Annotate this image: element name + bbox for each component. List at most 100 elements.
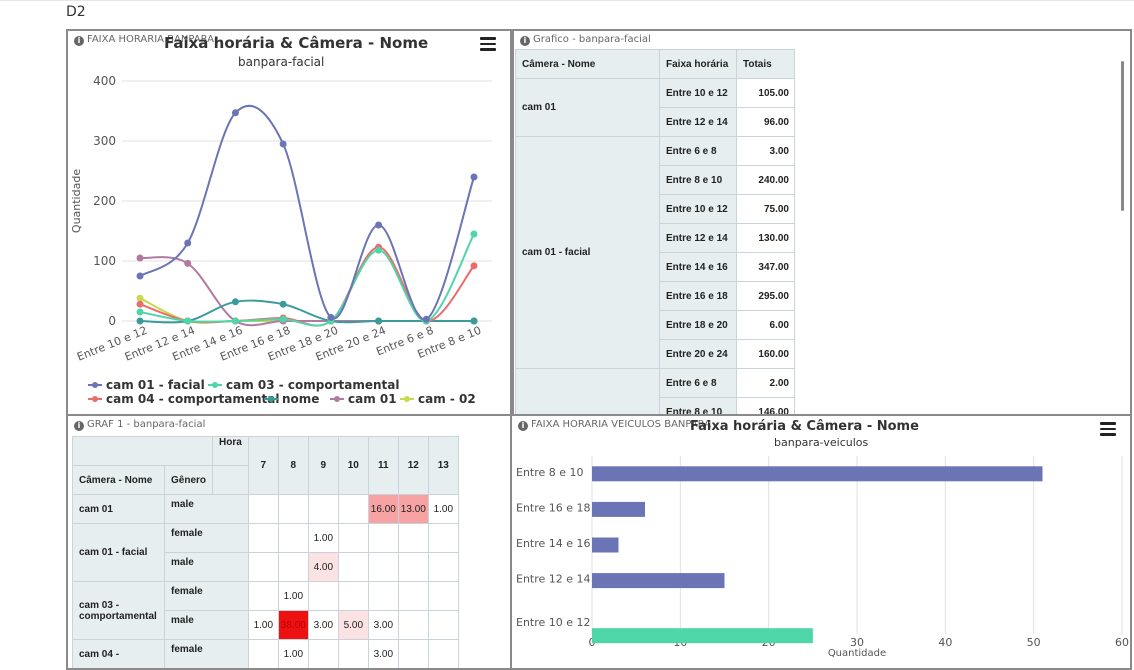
heat-cell [247,639,279,668]
y-tick-label: 400 [93,74,116,88]
table-row: cam 03 - comportamental female 1.00 [72,581,459,640]
blank-header [212,465,249,495]
column-header[interactable]: Faixa horária [659,49,737,79]
heat-cell: 13.00 [397,494,429,524]
table-row: cam 04 - female 1.00 3.00 [72,639,459,668]
data-point [279,315,287,323]
data-point [231,298,239,306]
hour-column-header[interactable]: 9 [307,436,339,495]
heat-cell [277,494,309,524]
line-chart-panel: i FAIXA HORARIA BANPARA Faixa horária & C… [66,29,512,416]
total-cell: 2.00 [736,368,795,398]
data-point [136,272,144,280]
hora-header: Hora [212,436,249,466]
pivot-table-panel: i Grafico - banpara-facial Câmera - Nome F… [512,29,1132,416]
total-cell: 3.00 [736,136,795,166]
heat-cell [247,494,279,524]
scrollbar[interactable] [1121,61,1124,211]
heat-cell: 3.00 [367,639,399,668]
row-group-header: cam 01 - facial [72,523,165,582]
row-header: male [164,494,249,524]
pivot-table: Câmera - Nome Faixa horária Totais cam 01 En… [515,49,795,414]
row-header: male [164,610,249,640]
pivot-table-wrapper: Câmera - Nome Faixa horária Totais cam 01 En… [515,49,795,414]
total-cell: 96.00 [736,107,795,137]
top-divider [0,0,1134,1]
data-point [470,230,478,238]
data-point [279,300,287,308]
hour-column-header[interactable]: 7 [247,436,279,495]
total-cell: 347.00 [736,252,795,282]
data-point [422,315,430,323]
heat-cell [307,639,339,668]
table-row: cam 01 male 16.00 13.00 1.00 [72,494,459,524]
row-header: female [164,523,249,553]
heat-cell [367,523,399,553]
table-row: cam 01 - facial female 1.00 [72,523,459,582]
heat-cell: 1.00 [277,639,309,668]
hour-column-header[interactable]: 11 [367,436,399,495]
column-header[interactable]: Câmera - Nome [515,49,660,79]
legend-item: nome [282,392,319,406]
column-header[interactable]: Gênero [163,465,214,495]
info-icon[interactable]: i [74,421,84,431]
row-group-header: cam 01 - facial [515,136,660,369]
data-point [136,254,144,262]
info-icon[interactable]: i [520,36,530,46]
hour-column-header[interactable]: 13 [427,436,459,495]
heat-cell [247,523,279,553]
y-axis-label: Quantidade [70,169,83,233]
heat-cell [247,552,279,582]
y-tick-label: Entre 16 e 18 [516,501,591,514]
row-header: Entre 8 e 10 [659,165,737,195]
hour-column-header[interactable]: 12 [397,436,429,495]
data-point [470,173,478,181]
bar [592,537,619,553]
heat-cell [307,581,339,611]
series-line [139,256,474,327]
x-axis-label: Quantidade [828,648,886,659]
heat-cell [277,552,309,582]
hour-column-header[interactable]: 8 [277,436,309,495]
corner-cell [71,436,214,466]
data-point [136,317,144,325]
heatmap-table-panel: i GRAF 1 - banpara-facial Hora 7 8 9 10 11 12 13… [66,414,512,670]
x-tick-label: 50 [1027,636,1041,649]
table-row: cam 01 - facial Entre 6 e 8 3.00 [515,136,795,369]
heat-cell: 38.00 [277,610,309,640]
data-point [231,317,239,325]
row-header: Entre 10 e 12 [659,194,737,224]
total-cell: 160.00 [736,339,795,369]
row-header: Entre 6 e 8 [659,136,737,166]
data-point [231,109,239,117]
series-line [139,104,475,321]
row-header: Entre 14 e 16 [659,252,737,282]
column-header[interactable]: Câmera - Nome [72,465,165,495]
heat-cell [427,610,459,640]
data-point [184,239,192,247]
total-cell: 6.00 [736,310,795,340]
table-row: cam 01 Entre 10 e 12 105.00 [515,78,795,137]
heat-cell [337,523,369,553]
legend-item: cam 03 - comportamental [226,378,400,392]
table-row: Entre 6 e 8 2.00 [515,368,795,414]
heat-cell [427,552,459,582]
heat-cell [277,523,309,553]
row-header: Entre 16 e 18 [659,281,737,311]
panel-header: i GRAF 1 - banpara-facial [74,419,205,431]
y-tick-label: 0 [108,314,116,328]
data-point [279,140,287,148]
panel-header: i Grafico - banpara-facial [520,34,651,46]
hour-column-header[interactable]: 10 [337,436,369,495]
heat-cell [397,610,429,640]
heat-cell: 3.00 [367,610,399,640]
bar [592,573,725,589]
total-cell: 295.00 [736,281,795,311]
heat-cell [337,639,369,668]
legend-marker [268,396,274,402]
column-header[interactable]: Totais [736,49,795,79]
heat-cell [337,581,369,611]
legend-item: cam 04 - comportamental [106,392,280,406]
panel-header-text: Grafico - banpara-facial [533,34,651,45]
y-tick-label: Entre 12 e 14 [516,573,591,586]
